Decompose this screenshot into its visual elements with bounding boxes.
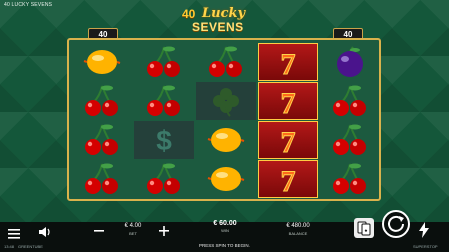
reel-symbol [72, 121, 132, 159]
reel-2: $ [134, 43, 194, 198]
lemon-icon [207, 164, 245, 194]
svg-text:$: $ [156, 125, 172, 156]
gamble-cards-button[interactable]: ♠ [354, 218, 374, 238]
reel-symbol [320, 43, 380, 81]
seven-icon: 7 [271, 46, 305, 79]
plum-icon [333, 46, 367, 78]
control-bar: 13:48 GREENTUBE € 4.00 BET € 60.00 WIN P… [0, 210, 449, 252]
win-display: € 60.00 WIN [208, 220, 242, 234]
reel-4: 7 7 7 7 [258, 43, 318, 198]
bet-label: BET [129, 231, 137, 236]
seven-icon: 7 [271, 85, 305, 118]
cherry-icon [330, 123, 370, 157]
cherry-icon [82, 84, 122, 118]
reel-3 [196, 43, 256, 198]
reel-symbol: 7 [258, 160, 318, 198]
reel-symbol [320, 82, 380, 120]
menu-icon[interactable] [8, 226, 20, 244]
reel-symbol [196, 160, 256, 198]
balance-value: € 480.00 [286, 223, 310, 229]
reel-symbol [196, 43, 256, 81]
bet-value: € 4.00 [124, 223, 142, 229]
status-message: PRESS SPIN TO BEGIN. [199, 243, 250, 248]
reel-symbol [134, 43, 194, 81]
clover-icon [209, 85, 243, 117]
reel-symbol [134, 82, 194, 120]
game-logo: 40 Lucky SEVENS [180, 3, 268, 37]
svg-text:7: 7 [281, 165, 296, 195]
dollar-icon: $ [147, 124, 181, 156]
lightning-icon [419, 222, 429, 238]
brand-label: GREENTUBE [18, 244, 43, 249]
bet-display: € 4.00 BET [118, 223, 148, 237]
logo-line1: Lucky [202, 6, 246, 21]
cherry-icon [206, 45, 246, 79]
reel-symbol: 7 [258, 121, 318, 159]
increase-bet-button[interactable] [157, 224, 171, 243]
reel-symbol [72, 43, 132, 81]
reel-symbol: $ [134, 121, 194, 159]
reel-symbol [196, 121, 256, 159]
spin-button[interactable] [382, 210, 410, 238]
reel-symbol: 7 [258, 82, 318, 120]
balance-display: € 480.00 BALANCE [278, 223, 318, 237]
reel-symbol: 7 [258, 43, 318, 81]
reel-5 [320, 43, 380, 198]
turbo-label: SUPERSTOP [413, 244, 438, 249]
reel-1 [72, 43, 132, 198]
spin-arrow-icon [388, 215, 404, 232]
logo-line2: SEVENS [192, 20, 244, 34]
lemon-icon [83, 47, 121, 77]
reel-symbol [320, 121, 380, 159]
cherry-icon [82, 162, 122, 196]
cherry-icon [144, 84, 184, 118]
win-value: € 60.00 [213, 220, 237, 227]
cherry-icon [330, 84, 370, 118]
window-title: 40 LUCKY SEVENS [4, 2, 53, 8]
cards-icon: ♠ [357, 221, 371, 236]
cherry-icon [144, 45, 184, 79]
seven-icon: 7 [271, 124, 305, 157]
reel-symbol [134, 160, 194, 198]
cherry-icon [144, 162, 184, 196]
clock-time: 13:48 [4, 244, 15, 249]
reel-symbol [320, 160, 380, 198]
seven-icon: 7 [271, 163, 305, 196]
svg-text:7: 7 [281, 48, 296, 78]
reel-symbol [72, 82, 132, 120]
lemon-icon [207, 125, 245, 155]
cherry-icon [330, 162, 370, 196]
turbo-button[interactable] [417, 222, 431, 243]
svg-text:7: 7 [281, 126, 296, 156]
svg-text:7: 7 [281, 87, 296, 117]
reel-symbol [196, 82, 256, 120]
svg-text:♠: ♠ [365, 228, 368, 234]
reel-symbol [72, 160, 132, 198]
reel-frame: $ 7 7 7 7 [67, 38, 381, 201]
win-label: WIN [221, 228, 229, 233]
cherry-icon [82, 123, 122, 157]
reels-area: $ 7 7 7 7 [72, 43, 376, 198]
sound-icon[interactable] [38, 225, 52, 243]
balance-label: BALANCE [288, 231, 308, 236]
logo-prefix: 40 [182, 7, 196, 21]
decrease-bet-button[interactable] [92, 224, 106, 243]
